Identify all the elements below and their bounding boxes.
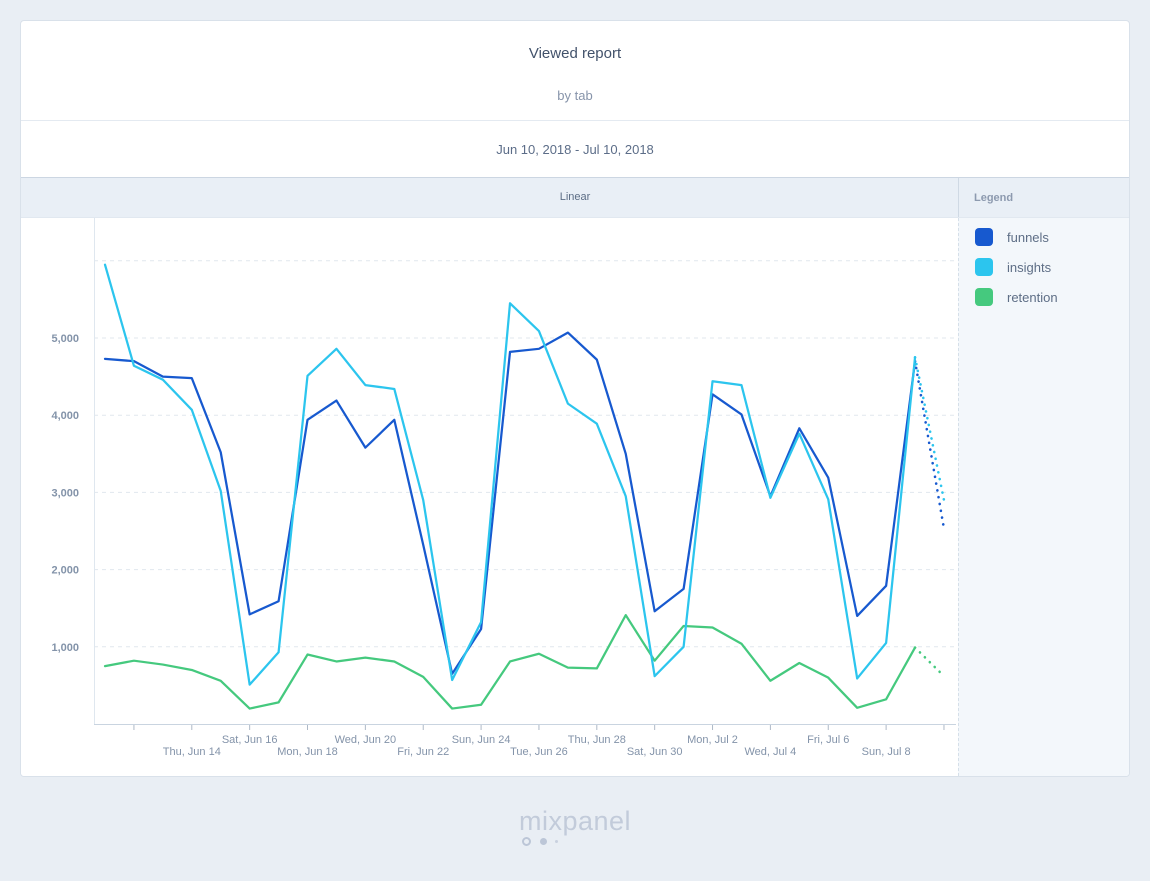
x-axis-label: Wed, Jul 4: [744, 746, 796, 758]
y-axis-label: 3,000: [51, 487, 79, 499]
x-axis-label: Mon, Jul 2: [687, 734, 738, 746]
tabbar-divider: [958, 178, 959, 217]
x-axis-label: Sun, Jun 24: [452, 734, 511, 746]
date-range: Jun 10, 2018 - Jul 10, 2018: [496, 142, 654, 157]
logo-dot-small-icon: [555, 840, 558, 843]
y-axis-label: 5,000: [51, 333, 79, 345]
x-axis-label: Thu, Jun 14: [163, 746, 221, 758]
x-axis-label: Fri, Jul 6: [807, 734, 849, 746]
x-axis-label: Sat, Jun 30: [627, 746, 683, 758]
page-title: Viewed report: [21, 45, 1129, 62]
report-body: 1,0002,0003,0004,0005,000Thu, Jun 14Sat,…: [21, 218, 1129, 776]
series-line-funnels[interactable]: [105, 333, 915, 674]
legend-item-funnels[interactable]: funnels: [975, 228, 1129, 246]
legend-item-label: retention: [1007, 290, 1058, 305]
y-axis-label: 1,000: [51, 642, 79, 654]
series-line-retention[interactable]: [105, 615, 915, 708]
logo-dot-medium-icon: [540, 838, 547, 845]
y-axis-label: 4,000: [51, 410, 79, 422]
x-axis-label: Sun, Jul 8: [862, 746, 911, 758]
legend-header: Legend: [974, 178, 1013, 218]
series-line-funnels-projected[interactable]: [915, 361, 944, 529]
legend-item-label: insights: [1007, 260, 1051, 275]
date-range-row: Jun 10, 2018 - Jul 10, 2018: [21, 121, 1129, 178]
series-line-insights-projected[interactable]: [915, 357, 944, 500]
legend-item-label: funnels: [1007, 230, 1049, 245]
mixpanel-logo: mixpanel: [519, 806, 631, 837]
legend-swatch-icon: [975, 288, 993, 306]
x-axis-label: Fri, Jun 22: [397, 746, 449, 758]
tab-linear[interactable]: Linear: [21, 178, 1129, 217]
series-line-retention-projected[interactable]: [915, 648, 944, 677]
x-axis-label: Sat, Jun 16: [222, 734, 278, 746]
legend-panel: funnels insights retention: [958, 218, 1129, 776]
legend-item-retention[interactable]: retention: [975, 288, 1129, 306]
x-axis-label: Wed, Jun 20: [335, 734, 397, 746]
x-axis-label: Tue, Jun 26: [510, 746, 568, 758]
legend-swatch-icon: [975, 228, 993, 246]
x-axis-label: Thu, Jun 28: [568, 734, 626, 746]
y-axis-label: 2,000: [51, 565, 79, 577]
mixpanel-wordmark: mixpanel: [519, 806, 631, 836]
report-card: Viewed report by tab Jun 10, 2018 - Jul …: [20, 20, 1130, 777]
legend-swatch-icon: [975, 258, 993, 276]
footer: mixpanel: [0, 806, 1150, 837]
mixpanel-logo-dots-icon: [522, 837, 558, 846]
page-subtitle: by tab: [21, 88, 1129, 103]
logo-dot-large-icon: [522, 837, 531, 846]
line-chart: 1,0002,0003,0004,0005,000Thu, Jun 14Sat,…: [21, 218, 958, 776]
tab-bar: Linear Legend: [21, 178, 1129, 218]
x-axis-label: Mon, Jun 18: [277, 746, 338, 758]
line-chart-canvas[interactable]: 1,0002,0003,0004,0005,000Thu, Jun 14Sat,…: [21, 218, 958, 777]
series-line-insights[interactable]: [105, 265, 915, 685]
report-header: Viewed report by tab: [21, 21, 1129, 121]
legend-item-insights[interactable]: insights: [975, 258, 1129, 276]
